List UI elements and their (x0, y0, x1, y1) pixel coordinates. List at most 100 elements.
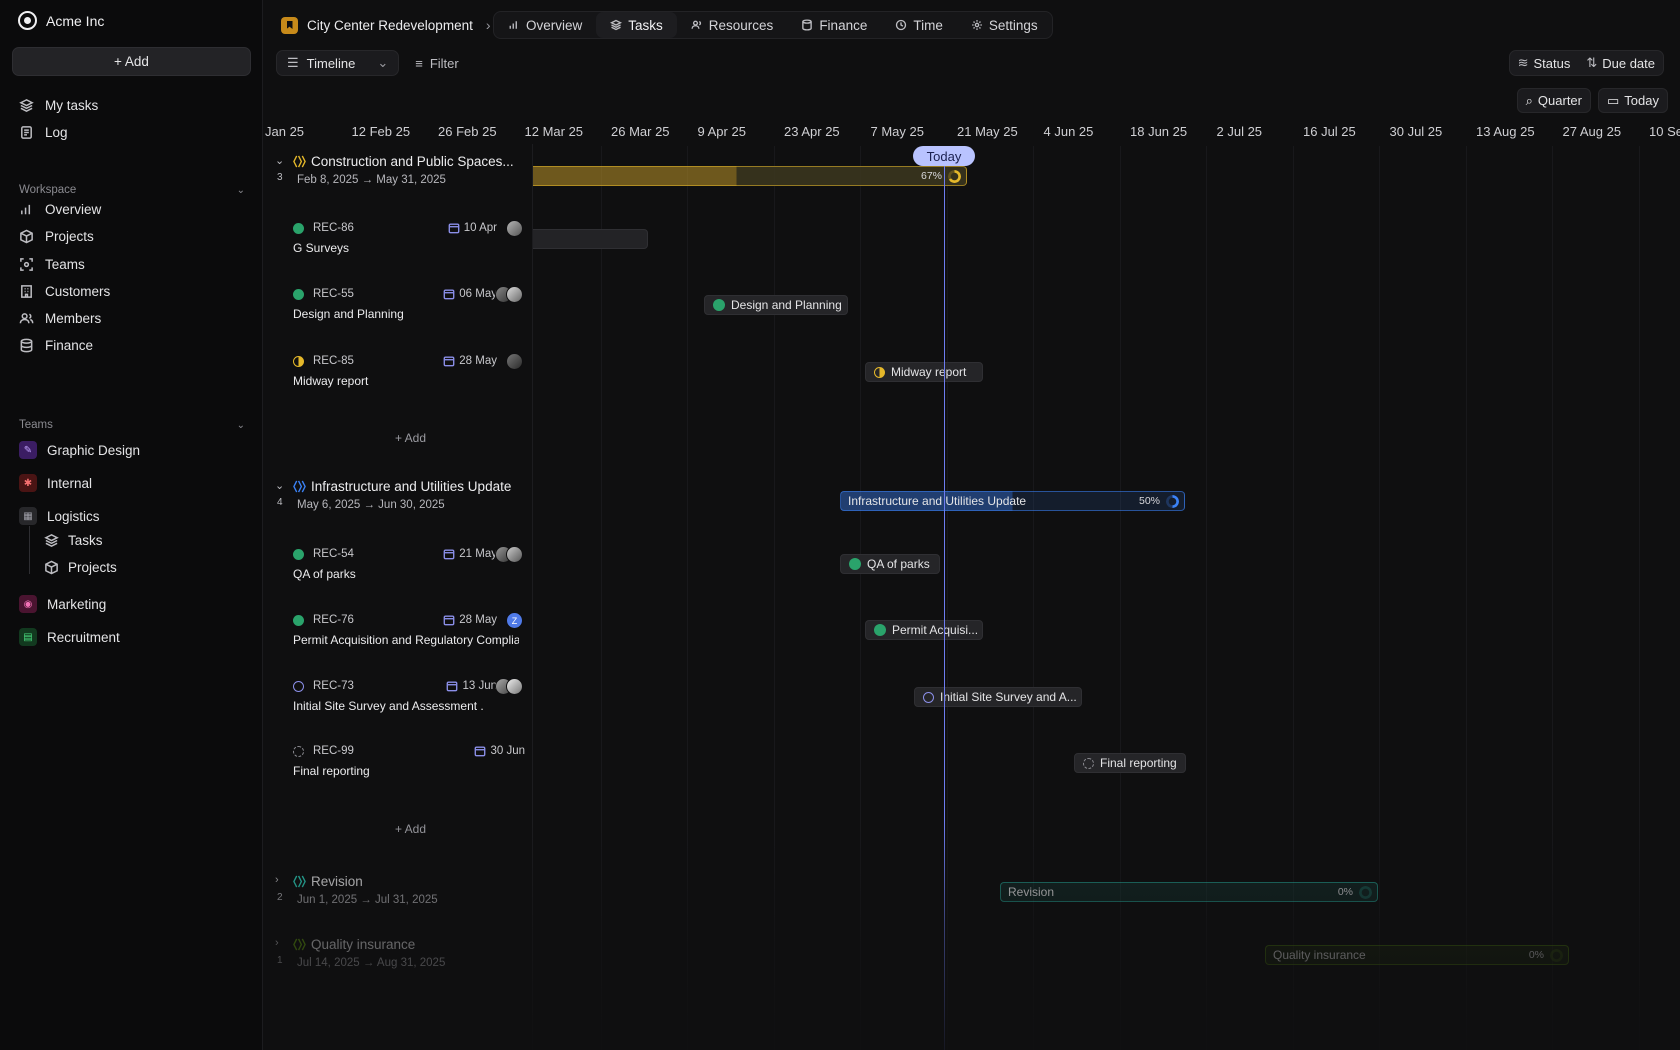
tab-tasks[interactable]: Tasks (596, 12, 677, 38)
nav-customers[interactable]: Customers (19, 280, 110, 302)
group-bar[interactable]: Quality insurance 0% (1265, 945, 1569, 965)
tab-label: Time (913, 17, 943, 33)
tab-overview[interactable]: Overview (494, 12, 596, 38)
date-header: Jan 25 12 Feb 25 26 Feb 25 12 Mar 25 26 Mar … (263, 118, 1680, 144)
tab-finance[interactable]: Finance (787, 12, 881, 38)
teams-section-toggle[interactable]: Teams ⌄ (19, 419, 245, 431)
status-done-icon[interactable] (293, 223, 304, 234)
task-name: Initial Site Survey and Assessment . (293, 699, 484, 713)
status-todo-icon (923, 691, 934, 703)
task-bar[interactable]: Initial Site Survey and A... (914, 687, 1082, 707)
nav-label: Overview (45, 201, 102, 217)
task-bar[interactable]: QA of parks (840, 554, 940, 574)
assignees[interactable] (495, 546, 523, 563)
nav-overview[interactable]: Overview (19, 198, 101, 220)
nav-log[interactable]: Log (19, 121, 68, 143)
status-done-icon[interactable] (293, 549, 304, 560)
building-icon (21, 284, 32, 298)
assignees[interactable]: Z (506, 612, 523, 629)
status-done-icon[interactable] (293, 615, 304, 626)
tab-settings[interactable]: Settings (957, 12, 1052, 38)
task-row[interactable]: REC-76 28 May Z Permit Acquisition and R… (293, 612, 525, 654)
status-todo-icon[interactable] (293, 681, 304, 692)
group-bar[interactable]: nt 67% (497, 166, 967, 186)
team-graphic-design[interactable]: ✎ Graphic Design (19, 439, 140, 461)
org-switcher[interactable]: Acme Inc (18, 11, 104, 30)
task-bar[interactable]: Final reporting (1074, 753, 1186, 773)
status-backlog-icon[interactable] (293, 746, 304, 757)
filter-button[interactable]: ≡ Filter (407, 50, 466, 76)
gridline (1638, 146, 1640, 1050)
nav-teams[interactable]: Teams (19, 253, 85, 275)
workspace-section-toggle[interactable]: Workspace ⌄ (19, 184, 245, 196)
nav-finance[interactable]: Finance (19, 334, 93, 356)
layers-icon (19, 98, 34, 112)
assignees[interactable] (495, 678, 523, 695)
task-row[interactable]: REC-86 10 Apr G Surveys (293, 220, 525, 262)
status-done-icon[interactable] (293, 289, 304, 300)
sub-label: Tasks (68, 533, 103, 548)
task-bar[interactable]: Permit Acquisi... (865, 620, 983, 640)
today-marker[interactable]: Today (913, 146, 975, 166)
chevron-right-icon[interactable]: › (275, 937, 279, 949)
bar-percent: 0% (1337, 886, 1353, 898)
date-label: 4 Jun 25 (1043, 124, 1094, 139)
status-sort-button[interactable]: ≋ Status (1510, 51, 1579, 75)
assignees[interactable] (495, 286, 523, 303)
tab-resources[interactable]: Resources (677, 12, 788, 38)
nav-projects[interactable]: Projects (19, 225, 94, 247)
due-date-sort-button[interactable]: ⇅ Due date (1578, 51, 1663, 75)
task-bar[interactable]: Midway report (865, 362, 983, 382)
nav-my-tasks[interactable]: My tasks (19, 94, 98, 116)
group-range: Jul 14, 2025 → Aug 31, 2025 (297, 957, 446, 969)
add-task-button[interactable]: + Add (395, 822, 426, 836)
logistics-tasks[interactable]: Tasks (44, 533, 103, 548)
date-label: Jan 25 (265, 124, 305, 139)
project-breadcrumb[interactable]: City Center Redevelopment › (273, 10, 495, 40)
tab-time[interactable]: Time (881, 12, 957, 38)
team-recruitment[interactable]: ▤ Recruitment (19, 626, 120, 648)
group-bar[interactable]: Revision 0% (1000, 882, 1378, 902)
date-label: 2 Jul 25 (1216, 124, 1263, 139)
chevron-right-icon[interactable]: › (275, 874, 279, 886)
quarter-button[interactable]: ⌕ Quarter (1516, 88, 1591, 113)
task-bar[interactable]: Design and Planning (704, 295, 848, 315)
gridline (860, 146, 861, 1050)
task-row[interactable]: REC-73 13 Jun Initial Site Survey and As… (293, 678, 525, 720)
project-title: City Center Redevelopment (307, 17, 473, 33)
group-bar[interactable]: Infrastructure and Utilities Update 50% (840, 491, 1185, 511)
status-in-progress-icon (874, 366, 885, 378)
chevron-down-icon[interactable]: ⌄ (275, 479, 284, 492)
task-row[interactable]: REC-55 06 May Design and Planning (293, 286, 525, 328)
task-row[interactable]: REC-99 30 Jun Final reporting (293, 745, 525, 785)
task-row[interactable]: REC-54 21 May QA of parks (293, 546, 525, 588)
sub-label: Projects (68, 560, 117, 575)
assignees[interactable] (506, 353, 523, 370)
gridline (946, 146, 948, 1050)
add-button[interactable]: + Add (12, 47, 251, 76)
today-button[interactable]: ▭ Today (1598, 88, 1668, 113)
view-select[interactable]: ☰ Timeline ⌄ (276, 50, 400, 76)
chevron-down-icon[interactable]: ⌄ (275, 154, 284, 167)
date-label: 16 Jul 25 (1303, 124, 1356, 139)
nav-members[interactable]: Members (19, 307, 101, 329)
team-internal[interactable]: ✱ Internal (19, 472, 92, 494)
task-row[interactable]: REC-85 28 May Midway report (293, 353, 525, 395)
task-id: REC-54 (313, 548, 354, 560)
sidebar: Acme Inc + Add My tasks Log Workspace ⌄ … (0, 0, 262, 1050)
logistics-projects[interactable]: Projects (44, 560, 117, 575)
project-tabs: Overview Tasks Resources Finance Time Se… (493, 11, 1053, 39)
document-icon (21, 125, 32, 139)
add-task-button[interactable]: + Add (395, 431, 426, 445)
zoom-controls: ⌕ Quarter ▭ Today (1516, 88, 1668, 113)
status-in-progress-icon[interactable] (293, 356, 304, 367)
sort-label: Status (1533, 55, 1571, 71)
gridline (1552, 146, 1553, 1050)
calendar-icon: ▭ (1607, 92, 1620, 108)
gear-icon: ✱ (19, 474, 37, 492)
assignees[interactable] (506, 220, 523, 237)
gridline (1379, 146, 1380, 1050)
team-marketing[interactable]: ◉ Marketing (19, 593, 106, 615)
team-logistics[interactable]: ▦ Logistics (19, 505, 100, 527)
calendar-icon (443, 615, 455, 626)
